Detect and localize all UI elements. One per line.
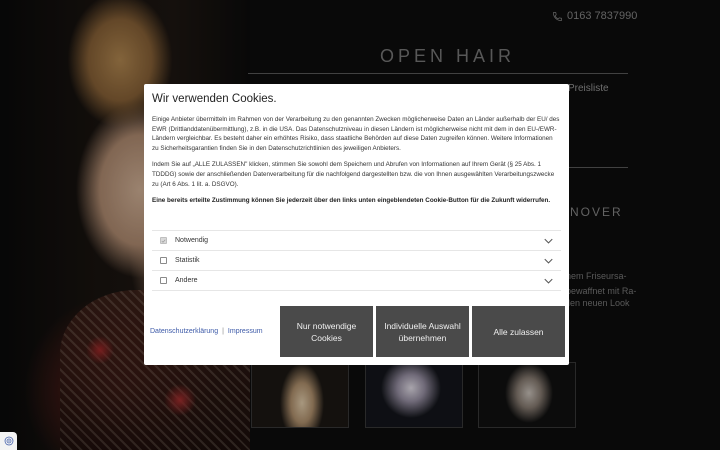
link-separator: | — [222, 328, 224, 335]
cookie-category-list: Notwendig Statistik Andere — [152, 230, 561, 291]
cookie-info-paragraph: Einige Anbieter übermitteln im Rahmen vo… — [152, 116, 560, 152]
category-row-statistik[interactable]: Statistik — [152, 251, 561, 271]
category-checkbox-statistik[interactable] — [160, 257, 167, 264]
category-label: Andere — [175, 277, 198, 284]
fingerprint-icon — [4, 436, 13, 446]
chevron-down-icon[interactable] — [544, 238, 553, 244]
cookie-dialog-footer: Datenschutzerklärung | Impressum Nur not… — [150, 306, 565, 358]
necessary-only-button[interactable]: Nur notwendige Cookies — [280, 306, 373, 357]
privacy-policy-link[interactable]: Datenschutzerklärung — [150, 328, 218, 335]
category-row-notwendig[interactable]: Notwendig — [152, 231, 561, 251]
cookie-consent-paragraph: Indem Sie auf „ALLE ZULASSEN" klicken, s… — [152, 161, 555, 188]
cookie-revoke-paragraph: Eine bereits erteilte Zustimmung können … — [152, 197, 551, 205]
cookie-dialog-title: Wir verwenden Cookies. — [152, 93, 277, 105]
category-label: Statistik — [175, 257, 200, 264]
chevron-down-icon[interactable] — [544, 278, 553, 284]
legal-links: Datenschutzerklärung | Impressum — [150, 328, 263, 335]
category-checkbox-notwendig — [160, 237, 167, 244]
category-label: Notwendig — [175, 237, 209, 244]
save-selection-button[interactable]: Individuelle Auswahl übernehmen — [376, 306, 469, 357]
category-checkbox-andere[interactable] — [160, 277, 167, 284]
cookie-settings-button[interactable] — [0, 432, 17, 450]
imprint-link[interactable]: Impressum — [228, 328, 263, 335]
chevron-down-icon[interactable] — [544, 258, 553, 264]
cookie-consent-dialog: Wir verwenden Cookies. Einige Anbieter ü… — [144, 84, 569, 365]
check-icon — [161, 239, 166, 243]
accept-all-button[interactable]: Alle zulassen — [472, 306, 565, 357]
category-row-andere[interactable]: Andere — [152, 271, 561, 291]
